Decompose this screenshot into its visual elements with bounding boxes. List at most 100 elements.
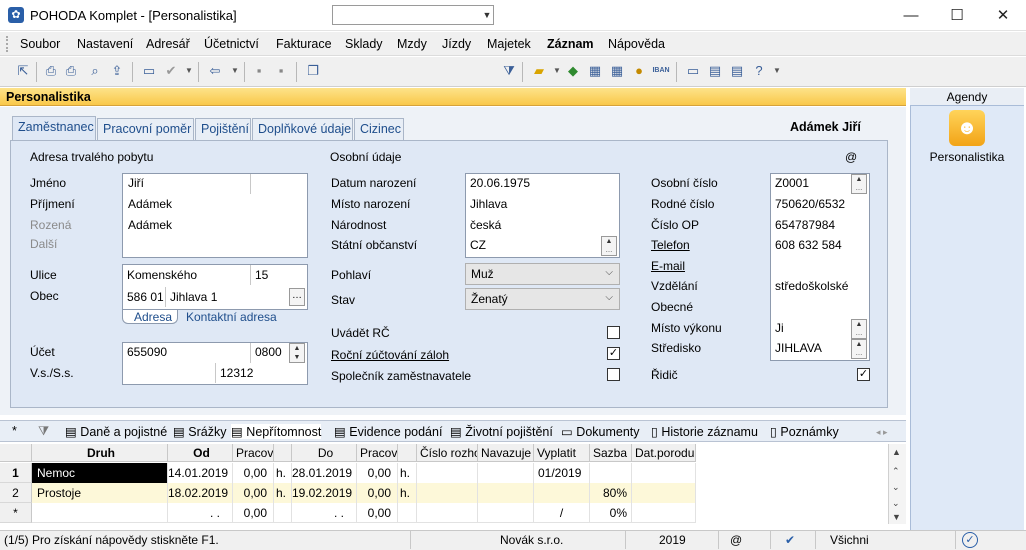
table-cell[interactable]: h.: [274, 463, 292, 483]
menu-sklady[interactable]: Sklady: [345, 37, 383, 51]
grid-header-unit-2[interactable]: [398, 444, 417, 462]
show-rc-checkbox[interactable]: [607, 326, 620, 339]
export-icon[interactable]: ⇪: [108, 62, 126, 80]
grid-header-decision[interactable]: Číslo rozho: [417, 444, 478, 462]
born-field[interactable]: Adámek: [128, 218, 172, 232]
grid-header-od[interactable]: Od: [168, 444, 233, 462]
list-icon[interactable]: ▤: [706, 62, 724, 80]
menu-nastaveni[interactable]: Nastavení: [77, 37, 133, 51]
personal-number-spinner[interactable]: ▲…: [851, 174, 867, 194]
first-name-field[interactable]: Jiří: [128, 176, 144, 190]
filter-icon[interactable]: ⧩: [38, 424, 49, 439]
bank-code-field[interactable]: 0800: [255, 345, 282, 359]
row-number[interactable]: 2: [0, 483, 32, 503]
filter-icon[interactable]: ⧩: [500, 62, 518, 80]
workplace-field[interactable]: Ji: [775, 321, 784, 335]
menu-fakturace[interactable]: Fakturace: [276, 37, 332, 51]
print-preview-icon[interactable]: ⌕: [86, 62, 104, 80]
copy-icon[interactable]: ❐: [304, 62, 322, 80]
tab-filings[interactable]: ▤ Evidence podání: [334, 424, 442, 439]
birth-place-field[interactable]: Jihlava: [470, 197, 507, 211]
table-cell[interactable]: [632, 503, 696, 523]
tab-life-insurance[interactable]: ▤ Životní pojištění: [450, 424, 553, 439]
center-spinner[interactable]: ▲…: [851, 339, 867, 359]
table-cell[interactable]: h.: [398, 483, 417, 503]
subtab-contact-address[interactable]: Kontaktní adresa: [186, 310, 277, 324]
table-cell[interactable]: Nemoc: [32, 463, 168, 483]
save-all-icon[interactable]: ▪: [272, 62, 290, 80]
calculator-icon[interactable]: ▦: [586, 62, 604, 80]
table-cell[interactable]: 0,00: [357, 483, 398, 503]
pohoda-logo-icon[interactable]: ✿: [8, 7, 24, 23]
gender-select[interactable]: Muž ⌵: [465, 263, 620, 285]
help-icon[interactable]: ?: [750, 62, 768, 80]
city-lookup-button[interactable]: …: [289, 288, 305, 306]
tab-taxes[interactable]: ▤ Daně a pojistné: [65, 424, 167, 439]
personnel-icon[interactable]: ☻: [949, 110, 985, 146]
grid-header-follows[interactable]: Navazuje: [478, 444, 534, 462]
id-card-field[interactable]: 654787984: [775, 218, 835, 232]
table-cell[interactable]: h.: [398, 463, 417, 483]
print-icon[interactable]: ⎙: [42, 62, 60, 80]
check-icon[interactable]: ✔: [162, 62, 180, 80]
agenda-item-personalistika[interactable]: Personalistika: [910, 150, 1024, 164]
email-link[interactable]: E-mail: [651, 259, 685, 273]
table-cell[interactable]: 18.02.2019: [168, 483, 233, 503]
menu-majetek[interactable]: Majetek: [487, 37, 531, 51]
email-at-icon[interactable]: @: [845, 150, 857, 164]
toolbar-search-input[interactable]: [332, 5, 494, 25]
status-select[interactable]: Ženatý ⌵: [465, 288, 620, 310]
street-number-field[interactable]: 15: [255, 268, 268, 282]
menu-soubor[interactable]: Soubor: [20, 37, 60, 51]
grid-header-pracova-1[interactable]: Pracova: [233, 444, 274, 462]
menu-jizdy[interactable]: Jízdy: [442, 37, 471, 51]
personal-number-field[interactable]: Z0001: [775, 176, 809, 190]
minimize-button[interactable]: —: [888, 0, 934, 31]
table-cell[interactable]: [274, 503, 292, 523]
maximize-button[interactable]: ☐: [934, 0, 980, 31]
iban-icon[interactable]: IBAN: [652, 62, 670, 80]
annual-settlement-checkbox[interactable]: ✓: [607, 347, 620, 360]
table-cell[interactable]: [417, 483, 478, 503]
table-cell[interactable]: 0,00: [357, 503, 398, 523]
save-icon[interactable]: ▪: [250, 62, 268, 80]
street-field[interactable]: Komenského: [127, 268, 197, 282]
table-cell[interactable]: 14.01.2019: [168, 463, 233, 483]
phone-link[interactable]: Telefon: [651, 238, 690, 252]
employer-partner-checkbox[interactable]: [607, 368, 620, 381]
grid-header-unit-1[interactable]: [274, 444, 292, 462]
calendar-icon[interactable]: ▦: [608, 62, 626, 80]
back-arrow-icon[interactable]: ⇦: [206, 62, 224, 80]
center-field[interactable]: JIHLAVA: [775, 341, 822, 355]
birth-number-field[interactable]: 750620/6532: [775, 197, 845, 211]
row-number[interactable]: *: [0, 503, 32, 523]
coins-icon[interactable]: ●: [630, 62, 648, 80]
double-chevron-down-icon[interactable]: ⌄: [892, 498, 900, 509]
tab-notes[interactable]: ▯ Poznámky: [770, 424, 839, 439]
table-cell[interactable]: [534, 483, 590, 503]
tab-deductions[interactable]: ▤ Srážky: [173, 424, 227, 439]
table-cell[interactable]: [398, 503, 417, 523]
education-field[interactable]: středoškolské: [775, 279, 848, 293]
subtab-address[interactable]: Adresa: [134, 310, 172, 324]
table-cell[interactable]: [478, 463, 534, 483]
table-cell[interactable]: . .: [292, 503, 357, 523]
table-cell[interactable]: . .: [168, 503, 233, 523]
menu-mzdy[interactable]: Mzdy: [397, 37, 427, 51]
tab-pracovni-pomer[interactable]: Pracovní poměr: [97, 118, 194, 140]
account-number-field[interactable]: 655090: [127, 345, 167, 359]
phone-field[interactable]: 608 632 584: [775, 238, 842, 252]
workplace-spinner[interactable]: ▲…: [851, 319, 867, 339]
city-field[interactable]: Jihlava 1: [170, 290, 217, 304]
table-cell[interactable]: 0,00: [357, 463, 398, 483]
table-cell[interactable]: Prostoje: [32, 483, 168, 503]
menu-napoveda[interactable]: Nápověda: [608, 37, 665, 51]
bank-code-spinner[interactable]: ▲ ▼: [289, 343, 305, 363]
tab-zamestnanec[interactable]: Zaměstnanec: [12, 116, 96, 141]
scroll-down-icon[interactable]: ▼: [892, 512, 901, 522]
grid-header-rate[interactable]: Sazba: [590, 444, 632, 462]
eraser-icon[interactable]: ◆: [564, 62, 582, 80]
tab-history[interactable]: ▯ Historie záznamu: [651, 424, 758, 439]
driver-checkbox[interactable]: ✓: [857, 368, 870, 381]
tab-pojisteni[interactable]: Pojištění: [195, 118, 251, 140]
